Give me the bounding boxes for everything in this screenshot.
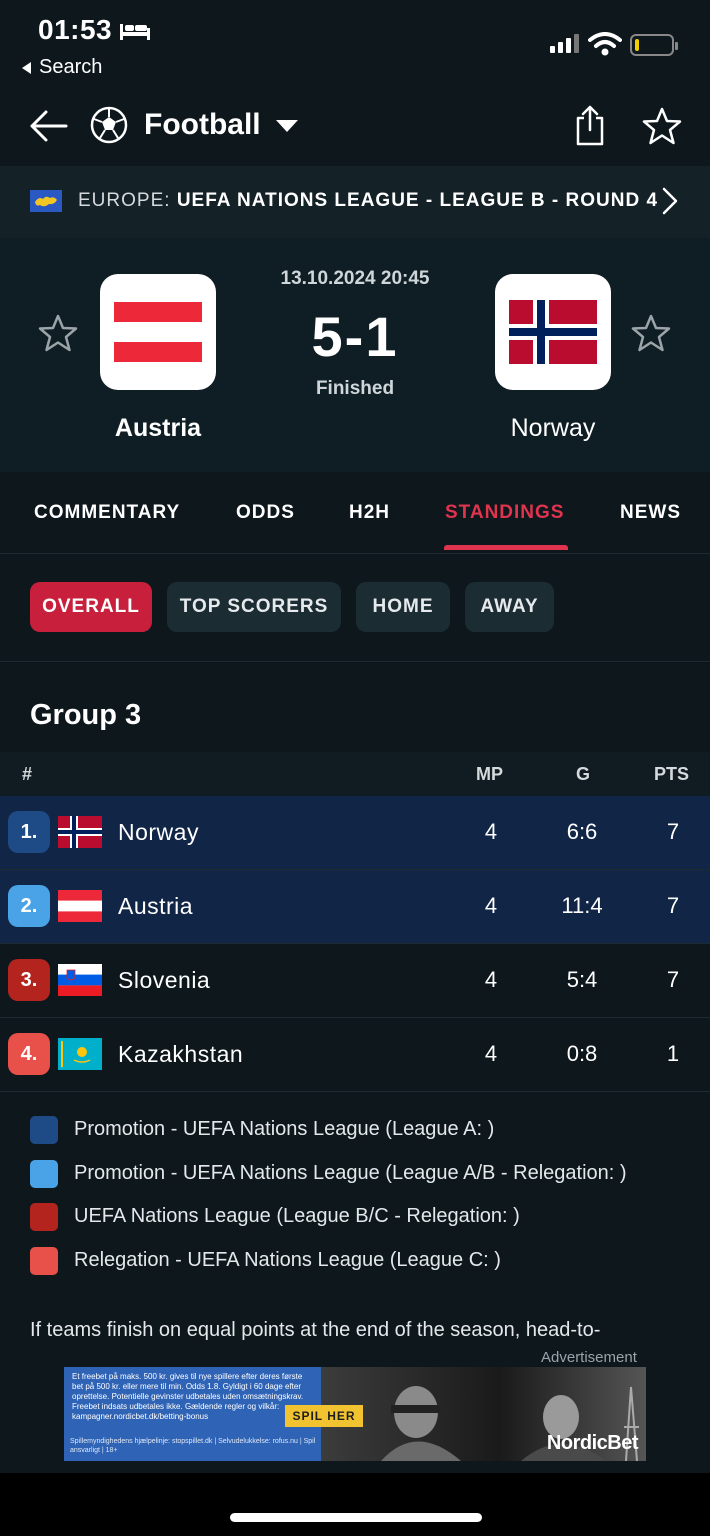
rank-badge: 1. [8, 811, 50, 853]
goals: 11:4 [561, 893, 603, 918]
back-to-search-link[interactable]: Search [22, 56, 102, 79]
goals: 6:6 [566, 819, 598, 844]
norway-flag-icon [509, 300, 597, 364]
points: 7 [666, 893, 680, 918]
back-arrow-icon[interactable] [28, 108, 68, 144]
team-name: Norway [118, 819, 199, 845]
wifi-icon [588, 32, 622, 56]
matches-played: 4 [484, 1041, 498, 1066]
matches-played: 4 [484, 819, 498, 844]
active-tab-indicator [444, 545, 568, 550]
matches-played: 4 [484, 893, 498, 918]
tab-standings[interactable]: STANDINGS [445, 502, 564, 524]
status-bar: 01:53 Search [0, 0, 710, 90]
goals: 5:4 [566, 967, 598, 992]
back-triangle-icon [22, 61, 31, 74]
app-header: Football [0, 90, 710, 166]
chevron-down-icon[interactable] [276, 120, 298, 132]
league-title: EUROPE: UEFA NATIONS LEAGUE - LEAGUE B -… [78, 190, 658, 212]
ad-image-panel: SPIL HER NordicBet [285, 1367, 646, 1461]
tab-odds[interactable]: ODDS [236, 502, 295, 524]
chip-home[interactable]: HOME [356, 582, 450, 632]
legend-swatch [30, 1116, 58, 1144]
col-pts: PTS [654, 764, 690, 784]
table-header: # MP G PTS [0, 752, 710, 796]
league-bar[interactable]: EUROPE: UEFA NATIONS LEAGUE - LEAGUE B -… [0, 166, 710, 238]
tiebreak-note: If teams finish on equal points at the e… [30, 1319, 601, 1341]
europe-flag-icon [30, 190, 62, 212]
legend-swatch [30, 1203, 58, 1231]
spil-her-button[interactable]: SPIL HER [285, 1405, 363, 1427]
team-name: Austria [118, 893, 194, 919]
col-mp: MP [476, 764, 503, 784]
back-to-search-label: Search [39, 56, 103, 78]
away-team-logo[interactable] [495, 274, 611, 390]
norway-flag-icon [58, 816, 102, 848]
advertisement-label: Advertisement [541, 1349, 637, 1366]
chevron-right-icon[interactable] [660, 186, 680, 216]
league-name: UEFA NATIONS LEAGUE - LEAGUE B - ROUND 4 [176, 190, 659, 211]
points: 7 [666, 967, 680, 992]
table-row[interactable]: 4. Kazakhstan 4 0:8 1 [0, 1018, 710, 1092]
chip-away[interactable]: AWAY [465, 582, 554, 632]
standings-section: Group 3 # MP G PTS 1. Norway 4 6:6 7 2. … [0, 663, 710, 1473]
away-team-name[interactable]: Norway [453, 414, 653, 443]
tab-h2h[interactable]: H2H [349, 502, 390, 524]
goals: 0:8 [566, 1041, 598, 1066]
signal-icon [550, 34, 579, 53]
legend-text: Promotion - UEFA Nations League (League … [74, 1162, 627, 1184]
group-title: Group 3 [30, 699, 142, 731]
ad-text-panel: Et freebet på maks. 500 kr. gives til ny… [64, 1367, 321, 1461]
points: 1 [666, 1041, 680, 1066]
table-row[interactable]: 1. Norway 4 6:6 7 [0, 796, 710, 870]
status-time: 01:53 [38, 14, 113, 45]
table-row[interactable]: 3. Slovenia 4 5:4 7 [0, 944, 710, 1018]
rank-badge: 3. [8, 959, 50, 1001]
rank-badge: 4. [8, 1033, 50, 1075]
team-name: Slovenia [118, 967, 211, 993]
table-row[interactable]: 2. Austria 4 11:4 7 [0, 870, 710, 944]
team-name: Kazakhstan [118, 1041, 244, 1067]
sleep-icon [120, 24, 150, 40]
col-g: G [576, 764, 591, 784]
away-team-star-icon[interactable] [631, 313, 671, 353]
legend-text: UEFA Nations League (League B/C - Relega… [74, 1205, 520, 1227]
chip-top-scorers[interactable]: TOP SCORERS [167, 582, 341, 632]
league-country: EUROPE: [78, 190, 171, 211]
legend-swatch [30, 1247, 58, 1275]
col-rank: # [22, 764, 33, 784]
nordicbet-logo: NordicBet [546, 1432, 639, 1454]
matches-played: 4 [484, 967, 498, 992]
home-indicator[interactable] [230, 1513, 482, 1522]
football-icon [90, 106, 128, 144]
legend-text: Relegation - UEFA Nations League (League… [74, 1249, 501, 1271]
share-icon[interactable] [572, 104, 608, 146]
ad-footer-text: Spillemyndighedens hjælpelinje: stopspil… [70, 1438, 316, 1454]
slovenia-flag-icon [58, 964, 102, 996]
match-header: Austria 13.10.2024 20:45 5-1 Finished No… [0, 238, 710, 472]
standings-filter: OVERALL TOP SCORERS HOME AWAY [0, 554, 710, 662]
tab-commentary[interactable]: COMMENTARY [34, 502, 180, 524]
sport-selector[interactable]: Football [144, 108, 261, 142]
kazakhstan-flag-icon [58, 1038, 102, 1070]
chip-overall[interactable]: OVERALL [30, 582, 152, 632]
tab-news[interactable]: NEWS [620, 502, 681, 524]
austria-flag-icon [58, 890, 102, 922]
advertisement-banner[interactable]: Et freebet på maks. 500 kr. gives til ny… [64, 1367, 646, 1461]
home-team-name[interactable]: Austria [58, 414, 258, 443]
legend-swatch [30, 1160, 58, 1188]
battery-icon [630, 34, 678, 56]
home-indicator-area [0, 1473, 710, 1536]
legend-text: Promotion - UEFA Nations League (League … [74, 1118, 495, 1140]
favorite-star-icon[interactable] [642, 106, 682, 146]
points: 7 [666, 819, 680, 844]
match-tabs: COMMENTARY ODDS H2H STANDINGS NEWS [0, 472, 710, 554]
ad-fineprint: Et freebet på maks. 500 kr. gives til ny… [72, 1372, 304, 1421]
rank-badge: 2. [8, 885, 50, 927]
